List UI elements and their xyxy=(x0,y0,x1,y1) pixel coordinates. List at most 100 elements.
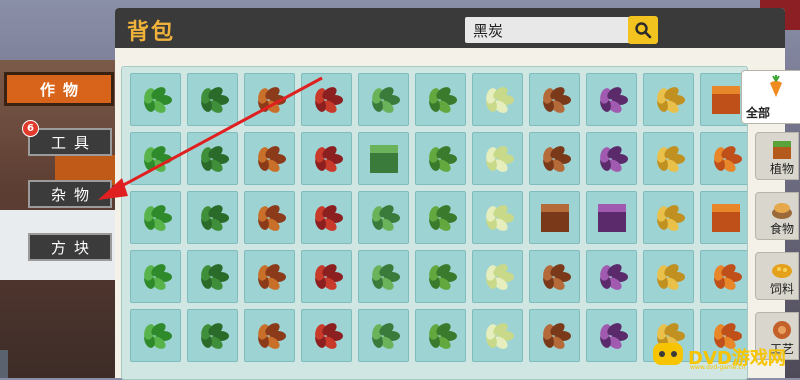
inventory-slot[interactable] xyxy=(415,191,466,244)
watermark-subtext: www.dvd-game.cn xyxy=(690,364,746,371)
inventory-slot[interactable] xyxy=(187,191,238,244)
blue-flower-icon xyxy=(257,263,286,290)
inventory-slot[interactable] xyxy=(244,73,295,126)
green-shrub-icon xyxy=(428,86,457,113)
inventory-slot[interactable] xyxy=(130,73,181,126)
inventory-slot[interactable] xyxy=(301,73,352,126)
inventory-slot[interactable] xyxy=(415,250,466,303)
inventory-slot[interactable] xyxy=(643,250,694,303)
inventory-slot[interactable] xyxy=(244,309,295,362)
bamboo-icon xyxy=(257,204,286,231)
inventory-slot[interactable] xyxy=(643,132,694,185)
white-petals-icon xyxy=(428,322,457,349)
inventory-slot[interactable] xyxy=(130,132,181,185)
inventory-slot[interactable] xyxy=(130,250,181,303)
inventory-slot[interactable] xyxy=(301,191,352,244)
category-tab-tools[interactable]: 工具 xyxy=(28,128,112,156)
category-tab-label: 作物 xyxy=(39,80,86,99)
wheat-stalk-icon xyxy=(542,145,571,172)
yellow-flower-icon xyxy=(200,322,229,349)
inventory-slot[interactable] xyxy=(586,132,637,185)
inventory-slot[interactable] xyxy=(472,73,523,126)
item-grid-area[interactable] xyxy=(121,66,748,380)
tall-grass-icon xyxy=(485,86,514,113)
autumn-bush-icon xyxy=(257,86,286,113)
category-tab-misc[interactable]: 杂物 xyxy=(28,180,112,208)
inventory-slot[interactable] xyxy=(244,250,295,303)
inventory-slot[interactable] xyxy=(301,250,352,303)
inventory-slot[interactable] xyxy=(586,191,637,244)
cactus-icon xyxy=(485,145,514,172)
search-button[interactable] xyxy=(628,16,658,44)
inventory-slot[interactable] xyxy=(643,73,694,126)
green-bush-icon xyxy=(143,86,172,113)
inventory-slot[interactable] xyxy=(700,250,747,303)
pumpkin-block-icon xyxy=(711,85,740,114)
white-lily-icon xyxy=(656,263,685,290)
inventory-slot[interactable] xyxy=(301,309,352,362)
inventory-slot[interactable] xyxy=(187,309,238,362)
inventory-slot[interactable] xyxy=(700,132,747,185)
inventory-slot[interactable] xyxy=(586,309,637,362)
stone-block-icon xyxy=(711,203,740,232)
mushroom-block-icon xyxy=(540,203,569,232)
inventory-slot[interactable] xyxy=(700,191,747,244)
green-stalk-icon xyxy=(599,145,628,172)
search-icon xyxy=(635,22,652,39)
palm-sprout-icon xyxy=(428,263,457,290)
inventory-slot[interactable] xyxy=(358,132,409,185)
filter-tab-feed[interactable]: 饲料 xyxy=(755,252,799,300)
plant-block-icon xyxy=(773,141,791,159)
melon-block-icon xyxy=(369,144,398,173)
filter-tab-label: 植物 xyxy=(770,162,795,176)
magenta-grass-icon xyxy=(314,322,343,349)
inventory-slot[interactable] xyxy=(529,250,580,303)
inventory-slot[interactable] xyxy=(130,191,181,244)
inventory-slot[interactable] xyxy=(358,73,409,126)
filter-tab-plants[interactable]: 植物 xyxy=(755,132,799,180)
sunflower-icon xyxy=(143,263,172,290)
filter-tab-label: 全部 xyxy=(746,106,771,120)
inventory-slot[interactable] xyxy=(301,132,352,185)
gamepad-logo-icon xyxy=(653,343,683,365)
category-tab-crops[interactable]: 作物 xyxy=(4,72,114,106)
inventory-slot[interactable] xyxy=(415,132,466,185)
inventory-slot[interactable] xyxy=(643,191,694,244)
backpack-panel: 背包 黑炭 全部 植物 食物 饲料 工艺 xyxy=(115,8,800,380)
inventory-slot[interactable] xyxy=(244,132,295,185)
notification-badge: 6 xyxy=(22,120,39,137)
rainbow-flower-icon xyxy=(656,204,685,231)
inventory-slot[interactable] xyxy=(529,73,580,126)
fern-icon xyxy=(314,204,343,231)
conifer-sprout-icon xyxy=(371,204,400,231)
inventory-slot[interactable] xyxy=(358,309,409,362)
inventory-slot[interactable] xyxy=(187,132,238,185)
filter-tab-all[interactable]: 全部 xyxy=(741,70,800,124)
inventory-slot[interactable] xyxy=(187,250,238,303)
search-input[interactable]: 黑炭 xyxy=(465,17,645,43)
inventory-slot[interactable] xyxy=(358,250,409,303)
inventory-slot[interactable] xyxy=(472,309,523,362)
category-tab-blocks[interactable]: 方块 xyxy=(28,233,112,261)
purple-plant-icon xyxy=(599,86,628,113)
inventory-slot[interactable] xyxy=(586,250,637,303)
inventory-slot[interactable] xyxy=(472,132,523,185)
inventory-slot[interactable] xyxy=(415,73,466,126)
inventory-slot[interactable] xyxy=(244,191,295,244)
inventory-slot[interactable] xyxy=(472,191,523,244)
inventory-slot[interactable] xyxy=(529,191,580,244)
pink-berry-bush-icon xyxy=(428,204,457,231)
red-mushroom-block-icon xyxy=(597,203,626,232)
inventory-slot[interactable] xyxy=(415,309,466,362)
inventory-slot[interactable] xyxy=(472,250,523,303)
inventory-slot[interactable] xyxy=(586,73,637,126)
filter-tab-food[interactable]: 食物 xyxy=(755,192,799,240)
blue-flower-cluster-icon xyxy=(371,263,400,290)
inventory-slot[interactable] xyxy=(187,73,238,126)
watermark: DVD游戏网 www.dvd-game.cn xyxy=(648,336,796,372)
inventory-slot[interactable] xyxy=(529,132,580,185)
inventory-slot[interactable] xyxy=(529,309,580,362)
inventory-slot[interactable] xyxy=(130,309,181,362)
scroll-edge xyxy=(0,350,8,378)
inventory-slot[interactable] xyxy=(358,191,409,244)
